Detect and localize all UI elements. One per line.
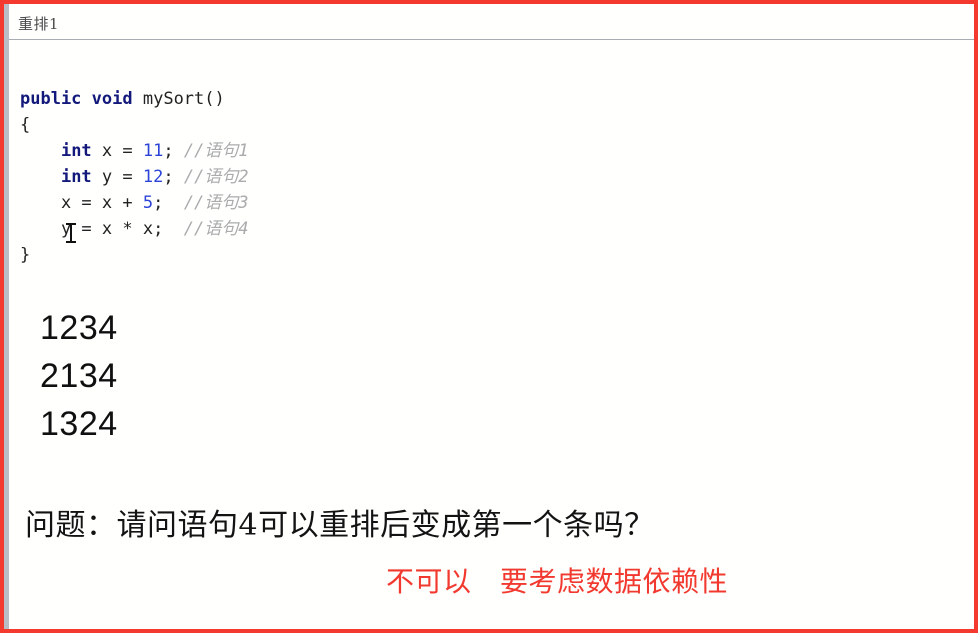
code-line: x = x + 5; //语句3 bbox=[20, 190, 249, 216]
code-token-plain: } bbox=[20, 245, 31, 265]
code-token-num: 11 bbox=[142, 141, 164, 161]
code-token-kw: void bbox=[91, 89, 133, 109]
code-line: } bbox=[20, 242, 249, 268]
code-token-kw: int bbox=[60, 141, 92, 161]
answer-text: 不可以 要考虑数据依赖性 bbox=[386, 566, 729, 597]
code-token-kw: public bbox=[20, 89, 82, 109]
code-token-plain: ; bbox=[153, 193, 184, 213]
permutation-item: 1324 bbox=[40, 405, 118, 443]
code-token-cmt: //语句2 bbox=[183, 167, 249, 187]
permutation-item: 1234 bbox=[40, 309, 118, 347]
code-token-plain: x = bbox=[91, 141, 143, 161]
code-line: int x = 11; //语句1 bbox=[20, 138, 249, 164]
code-token-num: 5 bbox=[142, 193, 154, 213]
code-line: public void mySort() bbox=[20, 86, 249, 112]
code-token-num: 12 bbox=[142, 167, 164, 187]
slide-page: 重排1 public void mySort() { int x = 11; //… bbox=[9, 4, 974, 629]
code-token-cmt: //语句1 bbox=[183, 141, 249, 161]
code-token-kw: int bbox=[60, 167, 92, 187]
code-token-plain: ; bbox=[163, 167, 184, 187]
code-line: { bbox=[20, 112, 249, 138]
slide-title-bar: 重排1 bbox=[9, 4, 974, 40]
code-token-plain: y = bbox=[91, 167, 143, 187]
code-block[interactable]: public void mySort(){ int x = 11; //语句1 … bbox=[20, 86, 249, 268]
code-token-cmt: //语句3 bbox=[183, 193, 249, 213]
permutation-list: 1234 2134 1324 bbox=[40, 304, 118, 448]
slide-window: 重排1 public void mySort() { int x = 11; //… bbox=[0, 0, 978, 633]
code-line: y = x * x; //语句4 bbox=[20, 216, 249, 242]
code-token-plain: ; bbox=[163, 141, 184, 161]
question-text: 问题：请问语句4可以重排后变成第一个条吗？ bbox=[25, 508, 655, 543]
code-token-plain: mySort() bbox=[132, 89, 225, 109]
code-token-plain: y = x * x; bbox=[60, 219, 184, 239]
code-token-cmt: //语句4 bbox=[183, 219, 249, 239]
code-token-plain: { bbox=[20, 115, 31, 135]
slide-title: 重排1 bbox=[18, 15, 60, 33]
permutation-item: 2134 bbox=[40, 357, 118, 395]
code-line: int y = 12; //语句2 bbox=[20, 164, 249, 190]
code-token-plain: x = x + bbox=[60, 193, 143, 213]
